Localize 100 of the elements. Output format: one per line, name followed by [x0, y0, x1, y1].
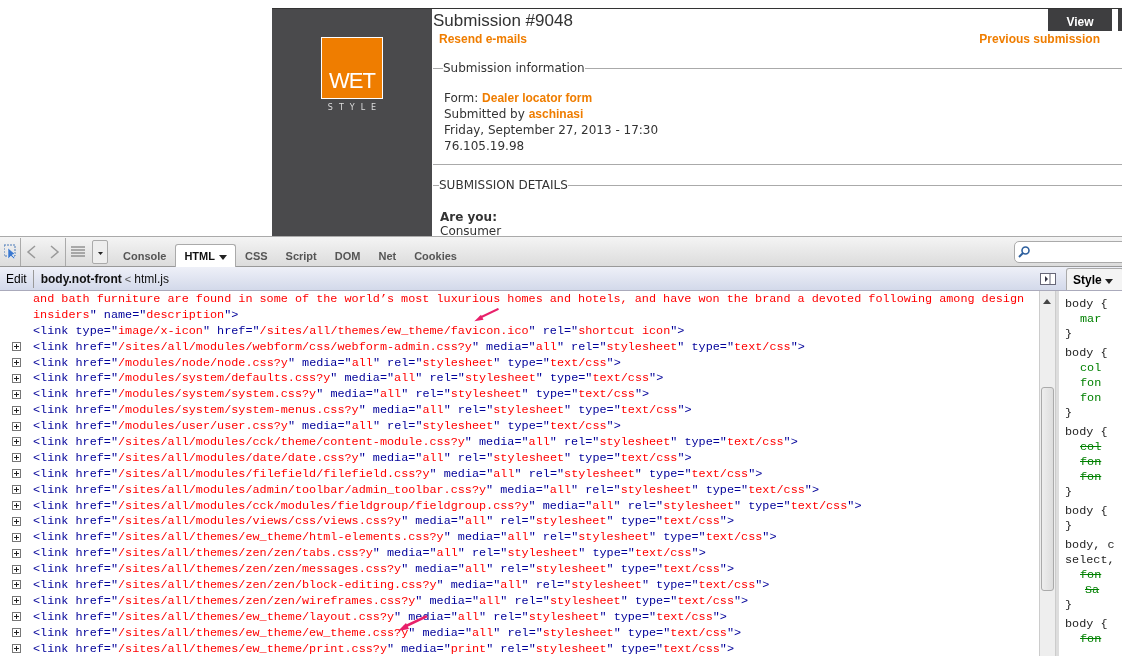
date-text: Friday, September 27, 2013 - 17:30 — [444, 122, 660, 138]
code-line: <link href="/sites/all/modules/cck/theme/content-module.css?y" media="all" rel="stylesheet" type="text/css"> — [33, 434, 798, 449]
breadcrumb-separator: < — [124, 272, 132, 285]
css-property: fon — [1079, 376, 1103, 391]
css-brace: } — [1065, 485, 1074, 500]
caret-icon — [97, 251, 103, 255]
code-line: <link href="/modules/node/node.css?y" media="all" rel="stylesheet" type="text/css"> — [33, 355, 621, 370]
code-line: <link href="/sites/all/modules/cck/modules/fieldgroup/fieldgroup.css?y" media="all" rel="stylesheet" type="text/css"> — [33, 498, 862, 513]
submitted-line: Submitted by aschinasi — [444, 106, 585, 122]
style-tab[interactable]: Style — [1066, 268, 1122, 290]
scrollbar[interactable] — [1040, 291, 1056, 656]
code-line: <link href="/sites/all/themes/zen/zen/wireframes.css?y" media="all" rel="stylesheet" type="text/css"> — [33, 593, 749, 608]
expand-icon[interactable] — [12, 501, 21, 510]
css-property: mar — [1079, 312, 1103, 327]
code-line: <link href="/sites/all/themes/ew_theme/layout.css?y" media="all" rel="stylesheet" type="text/css"> — [33, 609, 727, 624]
view-tab[interactable]: View — [1048, 9, 1112, 31]
expand-icon[interactable] — [12, 580, 21, 590]
panel-tab[interactable]: Console — [114, 244, 176, 267]
expand-icon[interactable] — [12, 373, 21, 383]
css-property: Sa — [1084, 583, 1101, 598]
css-property: fon — [1079, 455, 1103, 470]
panel-toggle-icon[interactable] — [1040, 273, 1056, 285]
form-line: Form: Dealer locator form — [444, 90, 594, 106]
breadcrumb-item[interactable]: html.js — [131, 271, 172, 286]
code-line: <link href="/sites/all/themes/zen/zen/tabs.css?y" media="all" rel="stylesheet" type="text/css"> — [33, 546, 706, 561]
code-line: <link href="/sites/all/themes/ew_theme/print.css?y" media="print" rel="stylesheet" type="text/css"> — [33, 641, 735, 656]
panel-tab[interactable]: HTML — [175, 244, 236, 267]
expand-icon[interactable] — [12, 342, 21, 352]
css-selector: body, c — [1065, 538, 1116, 553]
edit-button[interactable]: Edit — [0, 269, 34, 288]
question-label: Are you: — [440, 209, 498, 225]
expand-icon[interactable] — [12, 516, 21, 526]
code-line: <link href="/sites/all/modules/filefield/filefield.css?y" media="all" rel="stylesheet" type="text/css"> — [33, 466, 763, 481]
code-line: <link href="/modules/system/system.css?y" media="all" rel="stylesheet" type="text/css"> — [33, 387, 650, 402]
expand-icon[interactable] — [12, 548, 21, 558]
css-brace: } — [1065, 327, 1074, 342]
code-line: <link href="/sites/all/modules/webform/css/webform-admin.css?y" media="all" rel="stylesheet" type="text/css"> — [33, 339, 805, 354]
code-line: <link href="/modules/user/user.css?y" media="all" rel="stylesheet" type="text/css"> — [33, 419, 621, 434]
code-line: <link href="/sites/all/modules/views/css/views.css?y" media="all" rel="stylesheet" type="text/css"> — [33, 514, 735, 529]
css-brace: } — [1065, 519, 1074, 534]
fieldset-legend: SUBMISSION DETAILS — [439, 177, 568, 193]
expand-icon[interactable] — [12, 612, 21, 622]
panel-tab[interactable]: DOM — [325, 244, 370, 267]
scroll-up-icon[interactable] — [1043, 299, 1051, 304]
answer-text: Consumer — [440, 225, 503, 238]
logo: WET — [321, 37, 383, 99]
inspect-icon[interactable] — [4, 244, 16, 260]
css-selector: select, — [1065, 553, 1116, 568]
expand-icon[interactable] — [12, 485, 21, 495]
expand-icon[interactable] — [12, 421, 21, 431]
css-brace: } — [1065, 598, 1074, 613]
code-line: <link href="/sites/all/modules/date/date.css?y" media="all" rel="stylesheet" type="text/css"> — [33, 450, 692, 465]
css-selector: body { — [1065, 504, 1109, 519]
code-line: <link href="/sites/all/themes/ew_theme/ew_theme.css?y" media="all" rel="stylesheet" type="text/css"> — [33, 625, 742, 640]
panel-tab[interactable]: Net — [369, 244, 406, 267]
breadcrumb-item[interactable]: body.not-front — [37, 271, 125, 286]
code-line: <link type="image/x-icon" href="/sites/all/themes/ew_theme/favicon.ico" rel="shortcut icon"> — [33, 323, 685, 338]
caret-icon — [218, 255, 227, 260]
css-property: fon — [1079, 568, 1103, 583]
expand-icon[interactable] — [12, 564, 21, 574]
expand-icon[interactable] — [12, 437, 21, 447]
scroll-thumb[interactable] — [1041, 387, 1054, 591]
panel-tab[interactable]: CSS — [235, 244, 277, 267]
expand-icon[interactable] — [12, 469, 21, 479]
css-selector: body { — [1065, 346, 1109, 361]
expand-icon[interactable] — [12, 644, 21, 654]
css-property: fon — [1079, 391, 1103, 406]
code-line: and bath furniture are found in some of the world’s most luxurious homes and hotels, and have won the brand a devoted following among design — [33, 291, 1025, 306]
css-selector: body { — [1065, 425, 1109, 440]
dropdown-button[interactable] — [92, 240, 108, 264]
css-selector: body { — [1065, 617, 1109, 632]
css-property: col — [1079, 440, 1103, 455]
fieldset-legend: Submission information — [443, 60, 585, 76]
code-line: <link href="/sites/all/themes/zen/zen/messages.css?y" media="all" rel="stylesheet" type="text/css"> — [33, 562, 735, 577]
code-line: insiders" name="description"> — [33, 307, 239, 322]
ip-address: 76.105.19.98 — [444, 138, 526, 154]
code-line: <link href="/modules/system/defaults.css?y" media="all" rel="stylesheet" type="text/css"> — [33, 371, 664, 386]
css-property: fon — [1079, 632, 1103, 647]
search-field[interactable] — [1014, 241, 1122, 263]
expand-icon[interactable] — [12, 453, 21, 463]
expand-icon[interactable] — [12, 358, 21, 367]
css-property: fon — [1079, 470, 1103, 485]
css-property: col — [1079, 361, 1103, 376]
expand-icon[interactable] — [12, 628, 21, 638]
page-title: Submission #9048 — [433, 11, 573, 31]
code-line: <link href="/sites/all/modules/admin/toolbar/admin_toolbar.css?y" media="all" rel="stylesheet" type="text/css"> — [33, 482, 819, 497]
css-selector: body { — [1065, 297, 1109, 312]
code-line: <link href="/modules/system/system-menus.css?y" media="all" rel="stylesheet" type="text/css"> — [33, 403, 692, 418]
search-icon — [1018, 246, 1030, 258]
panel-tab[interactable]: Cookies — [405, 244, 466, 267]
expand-icon[interactable] — [12, 532, 21, 542]
css-brace: } — [1065, 406, 1074, 421]
panel-tab[interactable]: Script — [276, 244, 326, 267]
expand-icon[interactable] — [12, 389, 21, 399]
caret-icon — [1105, 278, 1114, 284]
code-line: <link href="/sites/all/themes/zen/zen/block-editing.css?y" media="all" rel="stylesheet" type="text/css"> — [33, 577, 770, 592]
logo-subtitle: STYLE — [326, 103, 383, 112]
code-line: <link href="/sites/all/themes/ew_theme/html-elements.css?y" media="all" rel="stylesheet" type="text/css"> — [33, 530, 777, 545]
expand-icon[interactable] — [12, 596, 21, 606]
expand-icon[interactable] — [12, 405, 21, 415]
